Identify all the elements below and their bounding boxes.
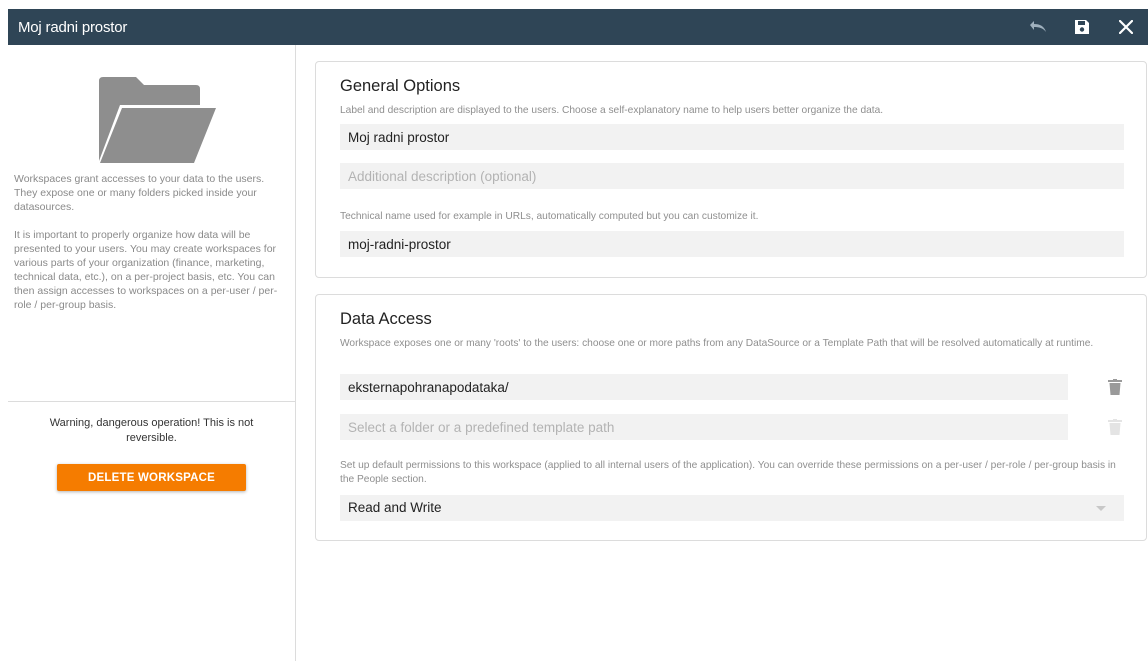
trash-icon[interactable]: [1108, 379, 1122, 395]
help-text: Label and description are displayed to t…: [340, 105, 884, 116]
section-title: General Options: [340, 77, 461, 95]
permissions-value: Read and Write: [348, 500, 442, 515]
caret-down-icon: [1096, 506, 1106, 511]
trash-icon: [1108, 419, 1122, 435]
sidebar-paragraph: It is important to properly organize how…: [14, 229, 278, 311]
folder-icon: [96, 75, 216, 165]
title-bar-actions: [1010, 9, 1148, 45]
help-text: Workspace exposes one or many 'roots' to…: [340, 338, 1094, 349]
root-path-input[interactable]: [340, 374, 1068, 400]
close-button[interactable]: [1110, 9, 1142, 45]
general-options-card: General Options Label and description ar…: [315, 61, 1147, 278]
save-button[interactable]: [1066, 9, 1098, 45]
undo-button[interactable]: [1022, 9, 1054, 45]
window-title: Moj radni prostor: [18, 18, 128, 36]
data-access-card: Data Access Workspace exposes one or man…: [315, 294, 1147, 541]
undo-icon: [1030, 21, 1046, 32]
permissions-select[interactable]: Read and Write: [340, 495, 1124, 521]
delete-workspace-button[interactable]: DELETE WORKSPACE: [57, 464, 246, 491]
title-bar: Moj radni prostor: [8, 9, 1148, 45]
technical-name-input[interactable]: [340, 231, 1124, 257]
sidebar-description: Workspaces grant accesses to your data t…: [14, 172, 286, 326]
help-text: Set up default permissions to this works…: [340, 460, 1116, 485]
description-input[interactable]: [340, 163, 1124, 189]
warning-text: Warning, dangerous operation! This is no…: [49, 417, 254, 444]
divider: [8, 401, 295, 402]
close-icon: [1119, 20, 1133, 34]
help-text: Technical name used for example in URLs,…: [340, 211, 759, 222]
save-icon: [1075, 20, 1089, 34]
folder-select-input[interactable]: [340, 414, 1068, 440]
sidebar-paragraph: Workspaces grant accesses to your data t…: [14, 173, 265, 213]
section-title: Data Access: [340, 310, 432, 328]
sidebar: Workspaces grant accesses to your data t…: [8, 45, 296, 661]
label-input[interactable]: [340, 124, 1124, 150]
